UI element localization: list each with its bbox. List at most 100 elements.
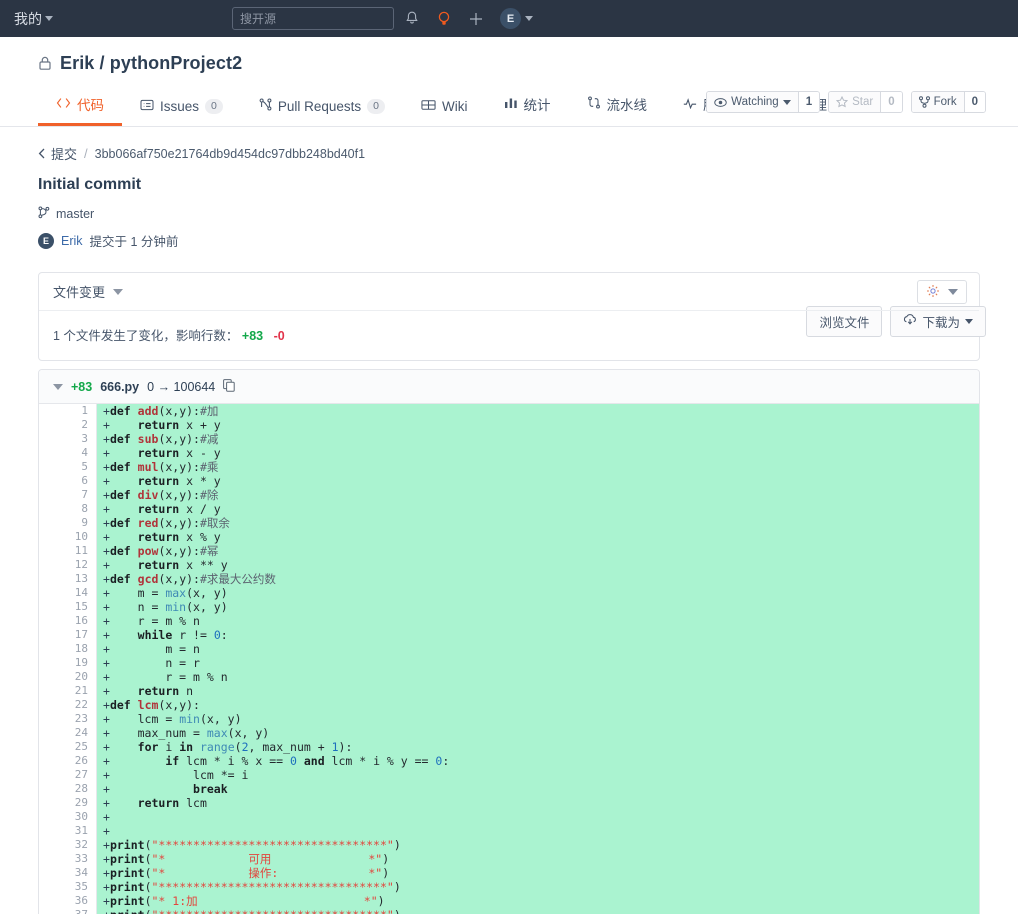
code-token: ( <box>144 894 152 908</box>
code-token: ( <box>144 866 152 880</box>
tab-pipeline-label: 流水线 <box>606 98 648 113</box>
code-token: min <box>179 712 200 726</box>
diff-line-code: + return n <box>97 684 979 698</box>
user-avatar-menu[interactable]: E <box>500 8 533 29</box>
watch-button-group[interactable]: Watching 1 <box>706 91 821 113</box>
tab-stats[interactable]: 统计 <box>486 88 569 126</box>
star-button-group[interactable]: Star 0 <box>828 91 903 113</box>
watch-count: 1 <box>797 92 820 112</box>
bell-icon[interactable] <box>404 10 420 27</box>
search-input[interactable] <box>232 7 394 30</box>
diff-line-number: 3 <box>39 432 97 446</box>
tab-pipeline[interactable]: 流水线 <box>569 88 666 126</box>
commit-time: 提交于 1 分钟前 <box>89 235 179 249</box>
repo-name[interactable]: pythonProject2 <box>110 53 242 73</box>
fork-button[interactable]: Fork <box>911 92 964 112</box>
diff-line-code: + for i in range(2, max_num + 1): <box>97 740 979 754</box>
diff-line-code: + r = m % n <box>97 670 979 684</box>
copy-icon[interactable] <box>223 378 235 395</box>
diff-line: 6 + return x * y <box>39 474 979 488</box>
commit-title: Initial commit <box>38 176 142 193</box>
diff-line-number: 33 <box>39 852 97 866</box>
code-token: def <box>109 488 131 502</box>
code-token: lcm = <box>109 712 180 726</box>
diff-add-marker: + <box>103 782 110 796</box>
code-token: max_num = <box>109 726 207 740</box>
plus-icon[interactable] <box>468 11 484 27</box>
diff-line-code: +print("********************************… <box>97 880 979 894</box>
diff-line: 32 +print("******************************… <box>39 838 979 852</box>
tab-pull-requests[interactable]: Pull Requests 0 <box>241 92 403 126</box>
chevron-down-icon <box>782 99 791 105</box>
diff-line-number: 36 <box>39 894 97 908</box>
tab-wiki[interactable]: Wiki <box>403 93 486 126</box>
repo-owner[interactable]: Erik <box>60 53 94 73</box>
code-token: "* 1:加 *" <box>151 894 378 908</box>
star-button[interactable]: Star <box>829 92 881 112</box>
diff-line-number: 30 <box>39 810 97 824</box>
collapse-triangle-icon[interactable] <box>53 383 63 390</box>
diff-line: 25 + for i in range(2, max_num + 1): <box>39 740 979 754</box>
code-token: ) <box>382 866 390 880</box>
code-token: r != <box>172 628 214 642</box>
file-changes-toggle[interactable]: 文件变更 <box>53 282 124 301</box>
diff-line: 9 +def red(x,y):#取余 <box>39 516 979 530</box>
diff-add-marker: + <box>103 628 110 642</box>
diff-line: 21 + return n <box>39 684 979 698</box>
diff-line-number: 27 <box>39 768 97 782</box>
diff-add-marker: + <box>103 474 110 488</box>
code-token: #除 <box>199 488 219 502</box>
code-token: (x,y): <box>158 698 200 712</box>
code-token: div <box>137 488 159 502</box>
stats-icon <box>504 97 518 112</box>
code-token: m = <box>109 586 166 600</box>
diff-line-code: + lcm = min(x, y) <box>97 712 979 726</box>
code-token: 0 <box>289 754 297 768</box>
diff-settings-button[interactable] <box>917 280 967 304</box>
diff-line-number: 16 <box>39 614 97 628</box>
watch-button[interactable]: Watching <box>707 92 798 112</box>
lightbulb-icon[interactable] <box>436 10 452 28</box>
code-token: return <box>137 796 180 810</box>
code-token: ) <box>377 894 385 908</box>
diff-line-number: 4 <box>39 446 97 460</box>
tab-issues[interactable]: Issues 0 <box>122 93 241 126</box>
eye-icon <box>714 97 727 107</box>
diff-add-marker: + <box>103 838 110 852</box>
breadcrumb-back-link[interactable]: 提交 <box>38 144 77 163</box>
diff-add-marker: + <box>103 908 110 914</box>
tab-code[interactable]: 代码 <box>38 88 122 126</box>
diff-line-code: + m = max(x, y) <box>97 586 979 600</box>
code-token: lcm *= i <box>109 768 249 782</box>
code-icon <box>56 97 71 112</box>
diff-line-number: 6 <box>39 474 97 488</box>
diff-line-code: + n = r <box>97 656 979 670</box>
diff-line: 1 +def add(x,y):#加 <box>39 404 979 418</box>
branch-name[interactable]: master <box>56 207 94 221</box>
code-token: return <box>137 684 180 698</box>
code-token: mul <box>137 460 159 474</box>
page-title: Erik / pythonProject2 <box>60 53 242 74</box>
code-token: print <box>109 894 145 908</box>
author-name[interactable]: Erik <box>61 234 83 248</box>
my-menu[interactable]: 我的 <box>14 9 53 29</box>
diff-file-name[interactable]: 666.py <box>100 380 139 394</box>
fork-button-group[interactable]: Fork 0 <box>910 91 986 113</box>
code-token: (x,y): <box>158 544 200 558</box>
diff-add-marker: + <box>103 852 110 866</box>
download-as-label: 下载为 <box>922 316 960 330</box>
code-token: ( <box>144 838 152 852</box>
diff-line-number: 32 <box>39 838 97 852</box>
code-token: return <box>137 502 180 516</box>
tab-pull-requests-badge: 0 <box>367 98 386 114</box>
code-token: n = r <box>109 656 200 670</box>
diff-line: 15 + n = min(x, y) <box>39 600 979 614</box>
diff-line-number: 1 <box>39 404 97 418</box>
diff-line: 37+print("******************************… <box>39 908 979 914</box>
diff-line-code: + if lcm * i % x == 0 and lcm * i % y ==… <box>97 754 979 768</box>
